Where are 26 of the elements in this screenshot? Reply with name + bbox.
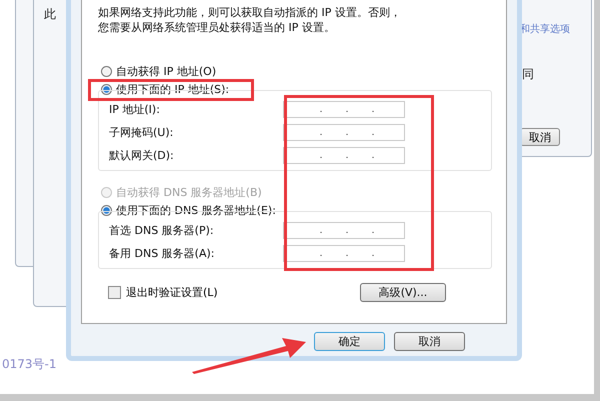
ip-address-field[interactable]: . . .: [283, 147, 405, 164]
checkbox-label: 退出时验证设置(L): [126, 285, 218, 300]
checkbox[interactable]: [108, 286, 121, 299]
window-text: 同: [522, 66, 534, 83]
footer-text: 0173号-1: [2, 356, 57, 373]
radio-label: 自动获得 IP 地址(O): [116, 64, 216, 78]
ip-address-field[interactable]: . . .: [283, 245, 405, 262]
dialog-button[interactable]: 确定: [314, 332, 385, 351]
field-label: 子网掩码(U):: [109, 125, 174, 140]
ip-address-field[interactable]: . . .: [283, 101, 405, 118]
window-text: 此: [44, 6, 56, 23]
radio-button[interactable]: [101, 84, 112, 94]
ip-address-field[interactable]: . . .: [283, 222, 405, 239]
radio-button[interactable]: [101, 204, 112, 216]
radio-label: 自动获得 DNS 服务器地址(B): [116, 184, 262, 200]
field-label: 备用 DNS 服务器(A):: [109, 246, 216, 261]
dialog-button[interactable]: 取消: [394, 332, 465, 351]
cancel-button[interactable]: 取消: [520, 128, 560, 146]
ip-address-field[interactable]: . . .: [283, 124, 405, 141]
intro-text: 您需要从网络系统管理员处获得适当的 IP 设置。: [98, 20, 336, 35]
field-label: IP 地址(I):: [109, 102, 161, 117]
field-label: 首选 DNS 服务器(P):: [109, 223, 215, 238]
field-label: 默认网关(D):: [109, 148, 175, 163]
intro-text: 如果网络支持此功能，则可以获取自动指派的 IP 设置。否则，: [98, 5, 402, 20]
advanced-button[interactable]: 高级(V)...: [360, 283, 446, 302]
radio-button[interactable]: [101, 66, 112, 76]
